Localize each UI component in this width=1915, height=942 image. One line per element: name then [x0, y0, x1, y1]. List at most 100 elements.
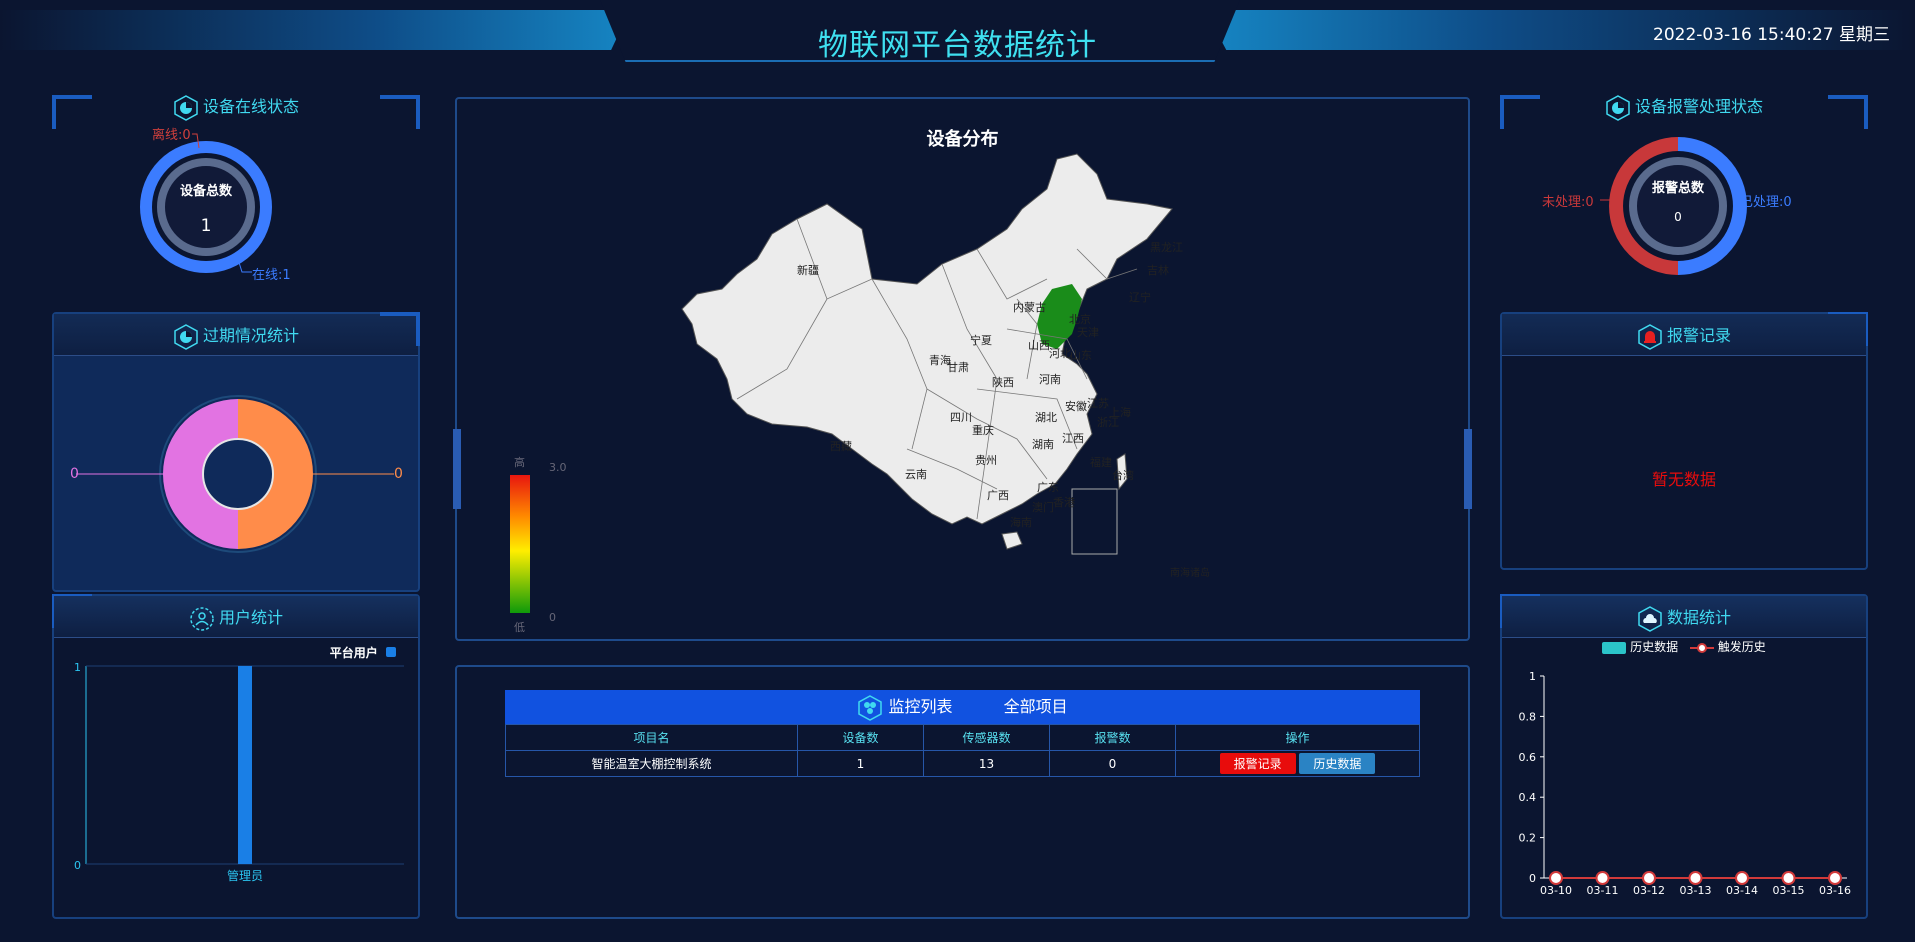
- expiry-donut: [76, 395, 394, 553]
- province-label: 新疆: [797, 264, 819, 277]
- online-total: 1: [200, 216, 212, 236]
- data-stats-title: 数据统计: [1502, 604, 1866, 632]
- province-label: 台湾: [1112, 469, 1134, 482]
- province-label: 山西: [1028, 339, 1050, 352]
- province-label: 澳门: [1032, 501, 1054, 514]
- x-tick-label: 03-10: [1540, 884, 1572, 897]
- alarm-total: 0: [1674, 210, 1682, 224]
- x-tick-label: 03-12: [1633, 884, 1665, 897]
- expiry-panel: 过期情况统计 0 0: [52, 312, 420, 592]
- data-point: [1781, 871, 1796, 885]
- cloud-icon: [1638, 605, 1662, 632]
- province-label: 福建: [1090, 456, 1112, 469]
- alarm-log-panel: 报警记录 暂无数据: [1500, 312, 1868, 570]
- map-title: 设备分布: [926, 129, 999, 150]
- bar: [238, 666, 252, 864]
- province-label: 广西: [987, 489, 1009, 502]
- x-tick-label: 03-16: [1819, 884, 1851, 897]
- column-header: 项目名: [505, 724, 798, 751]
- expiry-left-value: 0: [70, 466, 79, 482]
- empty-message: 暂无数据: [1651, 470, 1716, 489]
- province-label: 宁夏: [970, 334, 992, 347]
- user-stats-title-text: 用户统计: [218, 608, 283, 627]
- header: 物联网平台数据统计 2022-03-16 15:40:27 星期三: [0, 0, 1915, 63]
- legend-history: 历史数据: [1630, 640, 1679, 654]
- datetime: 2022-03-16 15:40:27 星期三: [1653, 25, 1890, 45]
- data-point: [1595, 871, 1610, 885]
- column-header: 操作: [1175, 724, 1420, 751]
- data-legend: 历史数据 触发历史: [1502, 638, 1866, 655]
- province-label: 四川: [950, 411, 972, 424]
- inset-label: 南海诸岛: [1170, 568, 1210, 579]
- map-panel: 设备分布 新疆 西藏 内蒙古 黑龙江 吉林 辽宁 北京 天津 河北 山西 山东 …: [453, 97, 1472, 641]
- history-data-button[interactable]: 历史数据: [1299, 753, 1376, 774]
- y-tick-label: 1: [74, 661, 81, 674]
- y-tick-label: 0: [1529, 872, 1536, 885]
- map-side-handle-right: [1464, 429, 1472, 509]
- data-point: [1549, 871, 1563, 885]
- province-label: 内蒙古: [1013, 301, 1046, 314]
- unhandled-label: 未处理:0: [1542, 195, 1594, 210]
- province-label: 广东: [1037, 481, 1059, 494]
- province-label: 陕西: [992, 376, 1014, 389]
- map-hainan: [1001, 531, 1023, 550]
- province-label: 辽宁: [1129, 291, 1151, 304]
- table-row: 智能温室大棚控制系统 1 13 0 报警记录 历史数据: [505, 750, 1420, 777]
- province-label: 吉林: [1147, 264, 1169, 277]
- data-point: [1735, 871, 1749, 885]
- south-sea-inset: [1071, 488, 1118, 555]
- province-label: 黑龙江: [1150, 241, 1183, 254]
- column-header: 报警数: [1049, 724, 1176, 751]
- table-header-row: 项目名 设备数 传感器数 报警数 操作: [505, 724, 1420, 751]
- alarm-log-title: 报警记录: [1502, 322, 1866, 350]
- expiry-title: 过期情况统计: [54, 322, 418, 350]
- user-bar-chart: 1 0 管理员: [74, 661, 404, 883]
- province-label: 重庆: [972, 424, 994, 437]
- alarm-records-button[interactable]: 报警记录: [1219, 753, 1296, 774]
- page-title: 物联网平台数据统计: [818, 28, 1097, 63]
- data-point: [1688, 871, 1703, 885]
- province-label: 湖北: [1035, 411, 1057, 424]
- legend-high-label: 高: [514, 456, 525, 469]
- x-tick-label: 03-11: [1587, 884, 1619, 897]
- data-point: [1642, 871, 1656, 885]
- handled-label: 已处理:0: [1740, 195, 1792, 210]
- y-tick-label: 0.4: [1519, 791, 1537, 804]
- column-header: 设备数: [797, 724, 924, 751]
- data-stats-title-text: 数据统计: [1666, 608, 1731, 627]
- online-label: 在线:1: [252, 268, 291, 283]
- province-label: 江苏: [1087, 397, 1109, 410]
- x-tick-label: 03-14: [1726, 884, 1758, 897]
- device-count: 1: [797, 750, 924, 777]
- sensor-count: 13: [923, 750, 1050, 777]
- province-label: 湖南: [1032, 438, 1054, 451]
- alarm-count: 0: [1049, 750, 1176, 777]
- x-tick-label: 03-15: [1773, 884, 1805, 897]
- monitor-title: 监控列表: [888, 697, 953, 716]
- data-line-chart: 1 0.8 0.6 0.4 0.2 0 03-10 03-11 03-12 03-13 03-14 0…: [1519, 670, 1851, 897]
- legend-line-marker: [1689, 642, 1714, 654]
- y-tick-label: 0: [74, 859, 81, 872]
- user-stats-panel: 用户统计 平台用户 1 0 管理员: [52, 594, 420, 919]
- users-icon: [190, 606, 214, 631]
- province-label: 甘肃: [947, 361, 969, 374]
- legend-low-label: 低: [514, 621, 525, 634]
- alarm-center-label: 报警总数: [1651, 181, 1704, 196]
- province-label: 香港: [1053, 496, 1075, 509]
- monitor-icon: [858, 694, 883, 721]
- x-tick-label: 管理员: [227, 868, 263, 883]
- province-label: 河北: [1049, 347, 1071, 360]
- expiry-right-value: 0: [394, 466, 403, 482]
- province-label: 浙江: [1097, 416, 1119, 429]
- project-name: 智能温室大棚控制系统: [505, 750, 798, 777]
- y-tick-label: 0.6: [1519, 751, 1537, 764]
- alarm-status-panel: 设备报警处理状态 未处理:0 已处理:0 报警总数 0: [1500, 90, 1868, 290]
- map-side-handle-left: [453, 429, 461, 509]
- monitor-filter[interactable]: 全部项目: [1004, 697, 1068, 716]
- y-tick-label: 1: [1529, 670, 1536, 683]
- pie-chart-icon: [174, 323, 198, 350]
- province-label: 安徽: [1065, 400, 1087, 413]
- province-label: 天津: [1077, 326, 1099, 339]
- y-tick-label: 0.2: [1519, 832, 1537, 845]
- legend-trigger: 触发历史: [1717, 640, 1766, 654]
